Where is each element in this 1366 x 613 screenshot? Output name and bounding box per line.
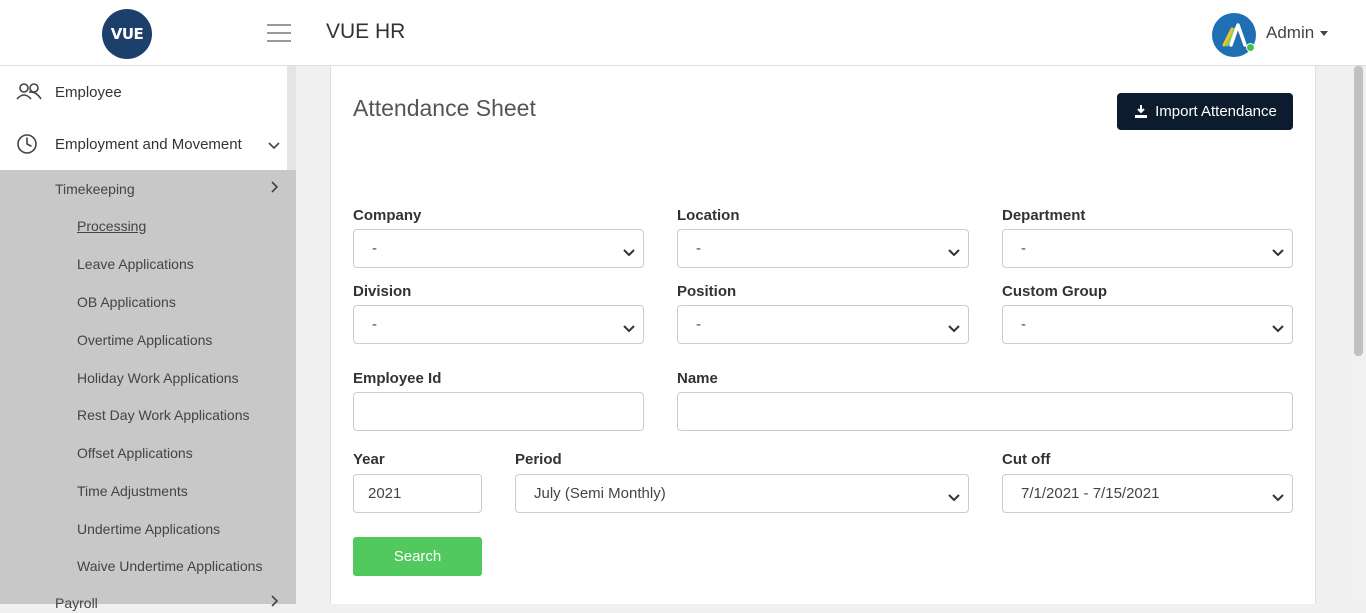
user-menu[interactable]: Admin [1266, 23, 1329, 43]
menu-toggle-icon[interactable] [267, 24, 291, 42]
position-select[interactable]: - [677, 305, 969, 344]
division-select[interactable]: - [353, 305, 644, 344]
user-name: Admin [1266, 23, 1315, 42]
app-title: VUE HR [326, 20, 406, 43]
caret-down-icon [1320, 31, 1329, 37]
name-label: Name [677, 370, 718, 387]
import-attendance-button[interactable]: Import Attendance [1117, 93, 1293, 130]
users-icon [16, 82, 44, 102]
sidebar-scrollbar[interactable] [287, 66, 296, 170]
cutoff-label: Cut off [1002, 451, 1051, 468]
sidebar-item-rest-day-work-applications[interactable]: Rest Day Work Applications [77, 407, 249, 423]
sidebar-item-waive-undertime-applications[interactable]: Waive Undertime Applications [77, 558, 262, 574]
position-label: Position [677, 283, 737, 300]
period-select[interactable]: July (Semi Monthly) [515, 474, 969, 513]
sidebar-item-overtime-applications[interactable]: Overtime Applications [77, 332, 212, 348]
scrollbar-thumb[interactable] [1354, 66, 1363, 356]
vue-logo[interactable]: VUE [102, 9, 152, 59]
top-bar: VUE VUE HR Admin [0, 0, 1366, 66]
chevron-down-icon [623, 320, 635, 337]
location-value: - [696, 240, 701, 257]
division-value: - [372, 316, 377, 333]
company-value: - [372, 240, 377, 257]
clock-icon [16, 133, 44, 155]
page-scrollbar[interactable] [1351, 66, 1366, 604]
custom-group-select[interactable]: - [1002, 305, 1293, 344]
chevron-down-icon [1272, 244, 1284, 261]
search-button[interactable]: Search [353, 537, 482, 576]
employee-id-input[interactable] [353, 392, 644, 431]
sidebar-item-label: Employee [55, 83, 122, 101]
submenu-panel [0, 170, 296, 604]
chevron-down-icon [948, 244, 960, 261]
name-input[interactable] [677, 392, 1293, 431]
period-value: July (Semi Monthly) [534, 485, 666, 502]
location-label: Location [677, 207, 740, 224]
year-input[interactable]: 2021 [353, 474, 482, 513]
chevron-right-icon [270, 180, 280, 199]
chevron-down-icon [1272, 489, 1284, 506]
position-value: - [696, 316, 701, 333]
page-title: Attendance Sheet [353, 95, 536, 121]
sidebar-item-payroll[interactable]: Payroll [55, 595, 98, 611]
online-status-icon [1246, 43, 1255, 52]
department-select[interactable]: - [1002, 229, 1293, 268]
chevron-down-icon [1272, 320, 1284, 337]
custom-group-label: Custom Group [1002, 283, 1107, 300]
logo-text: VUE [110, 25, 144, 43]
period-label: Period [515, 451, 562, 468]
custom-group-value: - [1021, 316, 1026, 333]
sidebar-item-leave-applications[interactable]: Leave Applications [77, 256, 194, 272]
year-label: Year [353, 451, 385, 468]
cutoff-select[interactable]: 7/1/2021 - 7/15/2021 [1002, 474, 1293, 513]
employee-id-label: Employee Id [353, 370, 442, 387]
sidebar-item-processing[interactable]: Processing [77, 218, 146, 234]
department-value: - [1021, 240, 1026, 257]
department-label: Department [1002, 207, 1086, 224]
sidebar-item-employee[interactable]: Employee [0, 66, 287, 118]
import-attendance-label: Import Attendance [1155, 103, 1277, 120]
import-icon [1135, 104, 1148, 118]
sidebar-item-offset-applications[interactable]: Offset Applications [77, 445, 193, 461]
sidebar-item-ob-applications[interactable]: OB Applications [77, 294, 176, 310]
location-select[interactable]: - [677, 229, 969, 268]
year-value: 2021 [368, 485, 402, 502]
company-label: Company [353, 207, 422, 224]
division-label: Division [353, 283, 412, 300]
sidebar-item-undertime-applications[interactable]: Undertime Applications [77, 521, 220, 537]
cutoff-value: 7/1/2021 - 7/15/2021 [1021, 485, 1160, 502]
sidebar-item-time-adjustments[interactable]: Time Adjustments [77, 483, 188, 499]
chevron-down-icon [267, 138, 281, 155]
chevron-down-icon [623, 244, 635, 261]
sidebar-item-label: Employment and Movement [55, 135, 242, 153]
sidebar-item-employment-and-movement[interactable]: Employment and Movement [0, 118, 287, 170]
chevron-down-icon [948, 489, 960, 506]
chevron-down-icon [948, 320, 960, 337]
sidebar-item-holiday-work-applications[interactable]: Holiday Work Applications [77, 370, 239, 386]
sidebar-item-timekeeping[interactable]: Timekeeping [55, 181, 135, 197]
company-select[interactable]: - [353, 229, 644, 268]
